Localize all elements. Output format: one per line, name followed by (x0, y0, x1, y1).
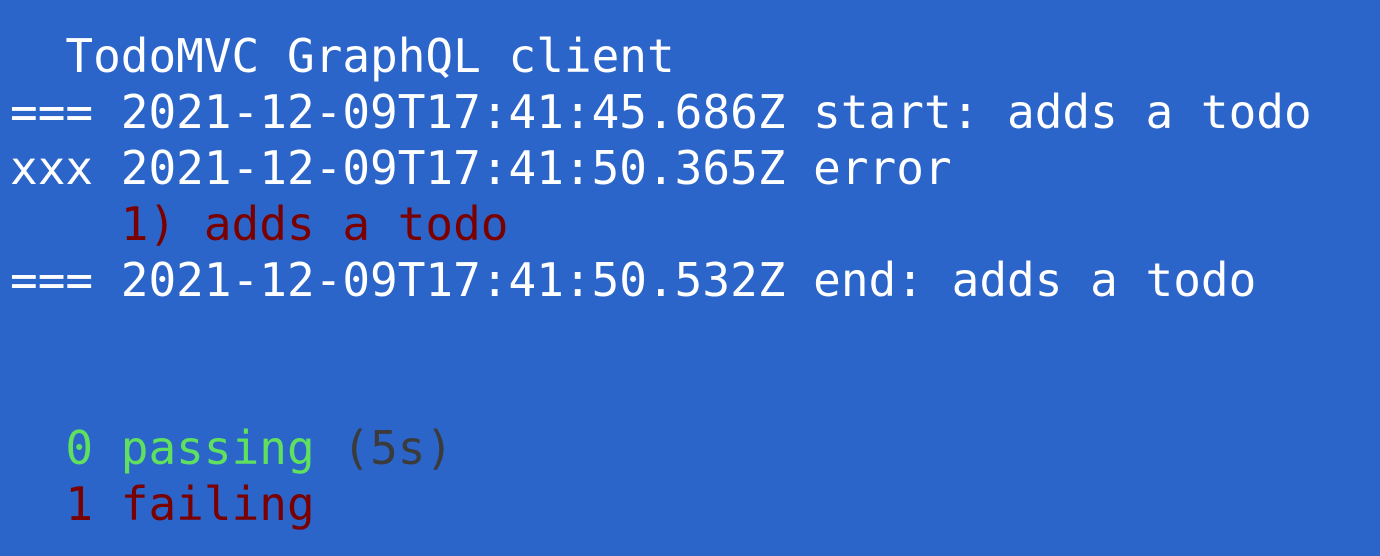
log-timestamp: 2021-12-09T17:41:50.365Z (120, 141, 786, 195)
failing-summary: 1 failing (10, 476, 315, 532)
passing-count: 0 (65, 421, 94, 475)
duration: (5s) (342, 421, 454, 475)
log-message: error (813, 141, 952, 195)
passing-summary: 0 passing (5s) (10, 420, 453, 476)
log-line-end: === 2021-12-09T17:41:50.532Z end: adds a… (10, 252, 1256, 308)
log-message: start: adds a todo (813, 85, 1312, 139)
failure-line: 1) adds a todo (10, 196, 509, 252)
suite-title-line: TodoMVC GraphQL client (10, 28, 675, 84)
suite-title: TodoMVC GraphQL client (65, 29, 675, 83)
failure-label: 1) adds a todo (120, 197, 509, 251)
log-timestamp: 2021-12-09T17:41:50.532Z (120, 253, 786, 307)
failing-label: failing (120, 477, 315, 531)
log-timestamp: 2021-12-09T17:41:45.686Z (120, 85, 786, 139)
passing-label: passing (120, 421, 315, 475)
failing-count: 1 (65, 477, 94, 531)
log-line-start: === 2021-12-09T17:41:45.686Z start: adds… (10, 84, 1312, 140)
log-prefix: === (10, 85, 94, 139)
terminal-output: TodoMVC GraphQL client === 2021-12-09T17… (0, 0, 1380, 556)
log-prefix: === (10, 253, 94, 307)
log-message: end: adds a todo (813, 253, 1257, 307)
log-line-error: xxx 2021-12-09T17:41:50.365Z error (10, 140, 952, 196)
log-prefix: xxx (10, 141, 94, 195)
